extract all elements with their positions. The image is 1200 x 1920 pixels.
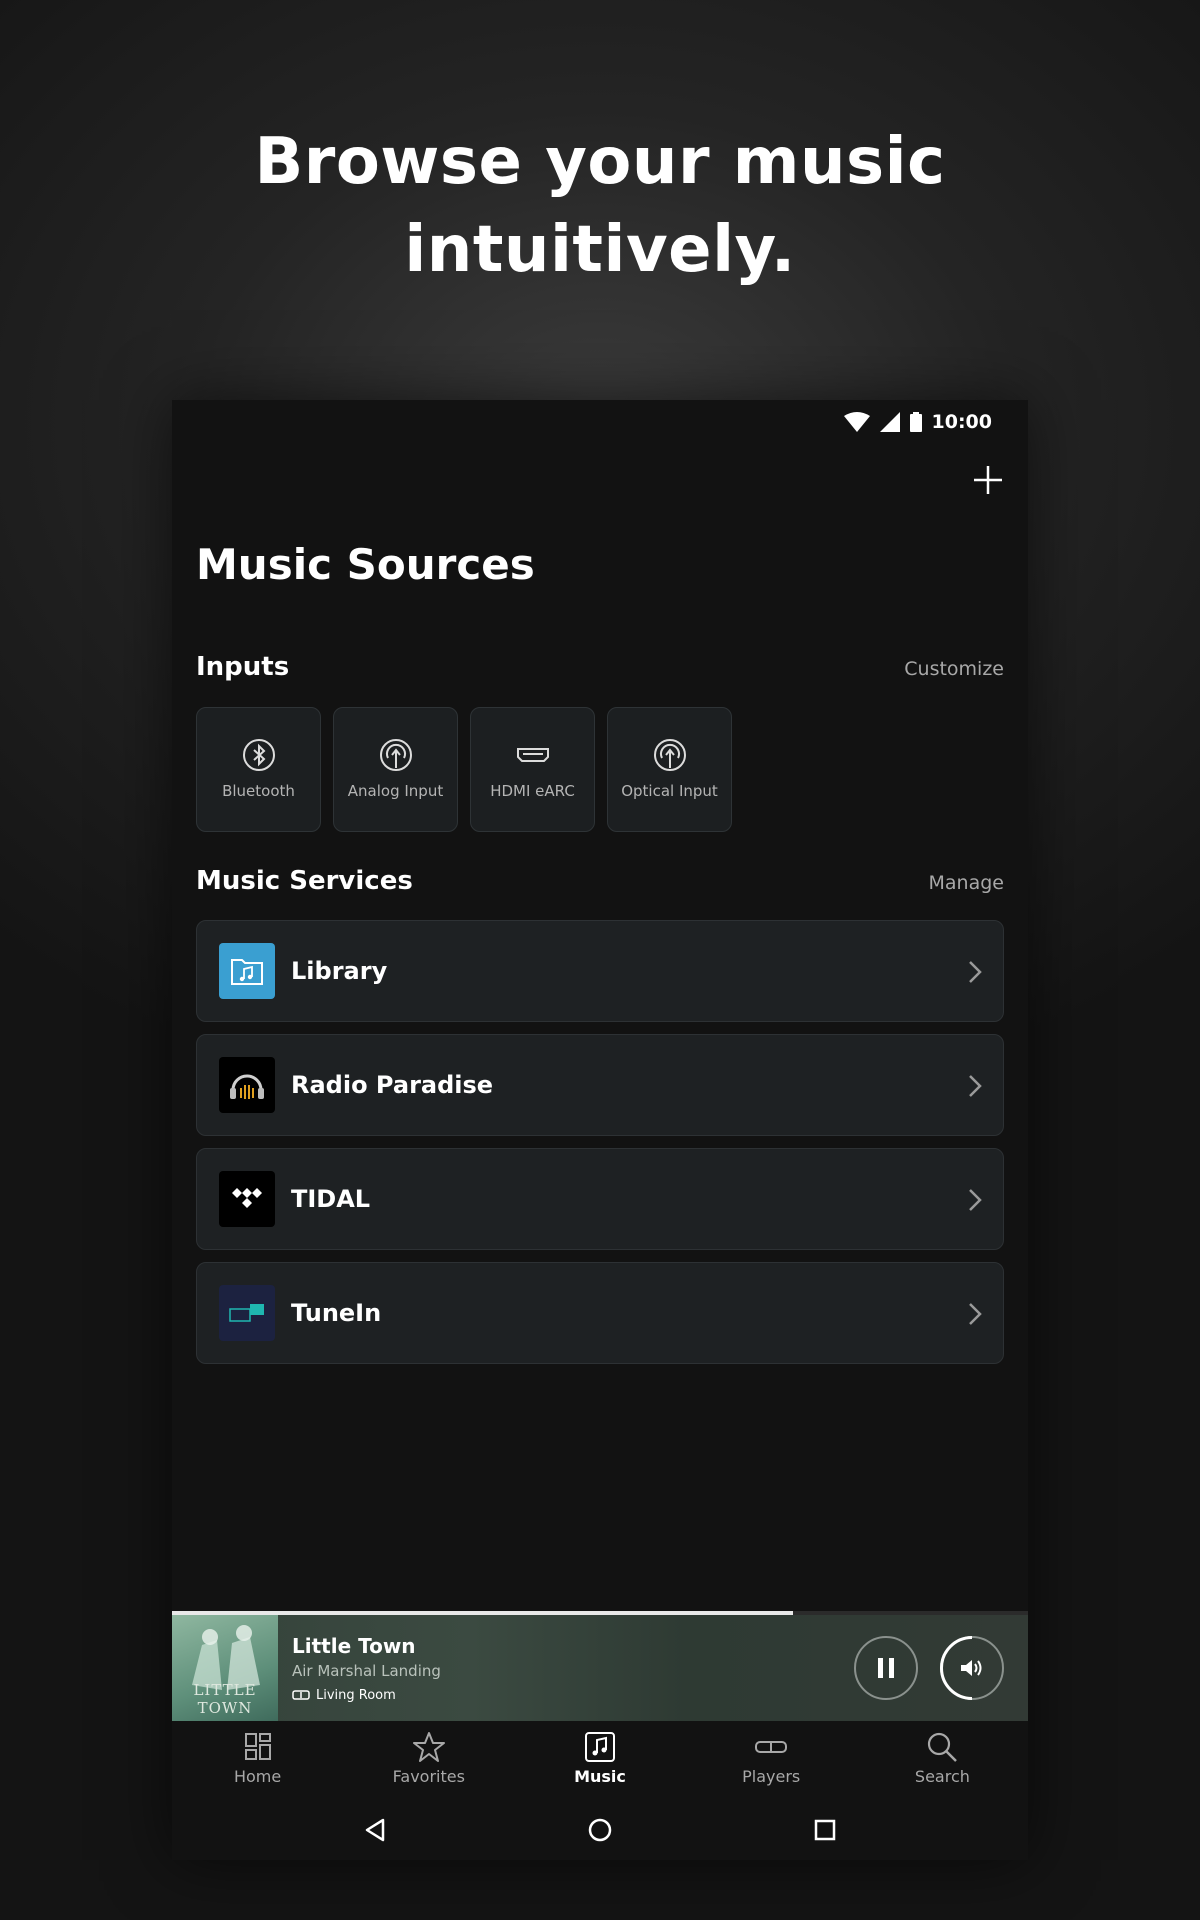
pause-icon — [878, 1658, 894, 1678]
service-label: Library — [291, 957, 388, 985]
input-label: Bluetooth — [222, 782, 295, 800]
star-icon — [412, 1732, 445, 1762]
hdmi-icon — [516, 748, 549, 762]
now-playing-bar[interactable]: LITTLE TOWN Little Town Air Marshal Land… — [172, 1615, 1028, 1721]
optical-input-icon — [653, 739, 686, 771]
service-tidal[interactable]: TIDAL — [196, 1148, 1004, 1250]
music-icon — [585, 1732, 615, 1762]
player-room: Living Room — [292, 1688, 441, 1703]
chevron-right-icon — [969, 1189, 982, 1211]
now-playing-info: Little Town Air Marshal Landing Living R… — [292, 1634, 441, 1703]
plus-icon[interactable] — [970, 462, 1006, 498]
status-time: 10:00 — [931, 411, 992, 433]
chevron-right-icon — [969, 1303, 982, 1325]
tidal-logo — [219, 1171, 275, 1227]
back-icon[interactable] — [363, 1817, 387, 1843]
recents-icon[interactable] — [813, 1818, 837, 1842]
tab-players[interactable]: Players — [686, 1721, 857, 1799]
tab-music[interactable]: Music — [514, 1721, 685, 1799]
inputs-title: Inputs — [196, 652, 290, 682]
home-icon — [244, 1733, 271, 1760]
bluetooth-icon — [242, 739, 275, 771]
input-label: Optical Input — [621, 782, 718, 800]
tab-label: Favorites — [392, 1767, 465, 1786]
tab-label: Search — [914, 1767, 970, 1786]
tab-favorites[interactable]: Favorites — [343, 1721, 514, 1799]
input-label: Analog Input — [347, 782, 444, 800]
tab-label: Home — [233, 1767, 282, 1786]
chevron-right-icon — [969, 961, 982, 983]
input-tile-bluetooth[interactable]: Bluetooth — [196, 707, 321, 832]
album-art-text: LITTLE TOWN — [193, 1681, 257, 1717]
search-icon — [928, 1732, 958, 1762]
library-folder-icon — [219, 943, 275, 999]
inputs-row: Bluetooth Analog Input HDMI eARC Optical… — [196, 707, 732, 832]
room-label: Living Room — [316, 1687, 396, 1703]
status-bar: 10:00 — [172, 400, 1028, 444]
radio-paradise-logo — [219, 1057, 275, 1113]
volume-button[interactable] — [940, 1636, 1004, 1700]
tab-label: Players — [742, 1767, 801, 1786]
signal-icon — [879, 412, 900, 432]
speaker-icon — [292, 1690, 310, 1700]
page-title: Music Sources — [196, 540, 535, 589]
tab-search[interactable]: Search — [857, 1721, 1028, 1799]
inputs-section-header: Inputs Customize — [196, 652, 1004, 682]
service-tunein[interactable]: TuneIn — [196, 1262, 1004, 1364]
bottom-tab-bar: Home Favorites Music Players Search — [172, 1721, 1028, 1799]
tab-home[interactable]: Home — [172, 1721, 343, 1799]
phone-screen: 10:00 Music Sources Inputs Customize Blu… — [172, 400, 1028, 1860]
service-label: TIDAL — [291, 1185, 371, 1213]
chevron-right-icon — [969, 1075, 982, 1097]
customize-link[interactable]: Customize — [904, 658, 1004, 680]
tab-label: Music — [574, 1767, 626, 1786]
headline-line-2: intuitively. — [404, 213, 796, 287]
input-tile-hdmi[interactable]: HDMI eARC — [470, 707, 595, 832]
services-list: Library Radio Paradise TIDAL TuneIn — [196, 920, 1004, 1376]
wifi-icon — [843, 412, 870, 432]
service-radio-paradise[interactable]: Radio Paradise — [196, 1034, 1004, 1136]
track-artist: Air Marshal Landing — [292, 1661, 441, 1680]
service-library[interactable]: Library — [196, 920, 1004, 1022]
input-tile-optical[interactable]: Optical Input — [607, 707, 732, 832]
tunein-logo — [219, 1285, 275, 1341]
home-circle-icon[interactable] — [587, 1817, 613, 1843]
track-title: Little Town — [292, 1633, 416, 1658]
pause-button[interactable] — [854, 1636, 918, 1700]
service-label: TuneIn — [291, 1299, 382, 1327]
analog-input-icon — [379, 739, 412, 771]
input-label: HDMI eARC — [490, 782, 575, 800]
players-icon — [755, 1741, 788, 1753]
album-art: LITTLE TOWN — [172, 1615, 278, 1721]
headline-line-1: Browse your music — [254, 125, 946, 199]
input-tile-analog[interactable]: Analog Input — [333, 707, 458, 832]
service-label: Radio Paradise — [291, 1071, 494, 1099]
volume-level-ring — [940, 1636, 973, 1700]
services-section-header: Music Services Manage — [196, 866, 1004, 896]
services-title: Music Services — [196, 866, 413, 896]
system-nav-bar — [172, 1800, 1028, 1860]
manage-link[interactable]: Manage — [929, 872, 1004, 894]
headline: Browse your music intuitively. — [0, 118, 1200, 294]
battery-icon — [909, 412, 922, 432]
